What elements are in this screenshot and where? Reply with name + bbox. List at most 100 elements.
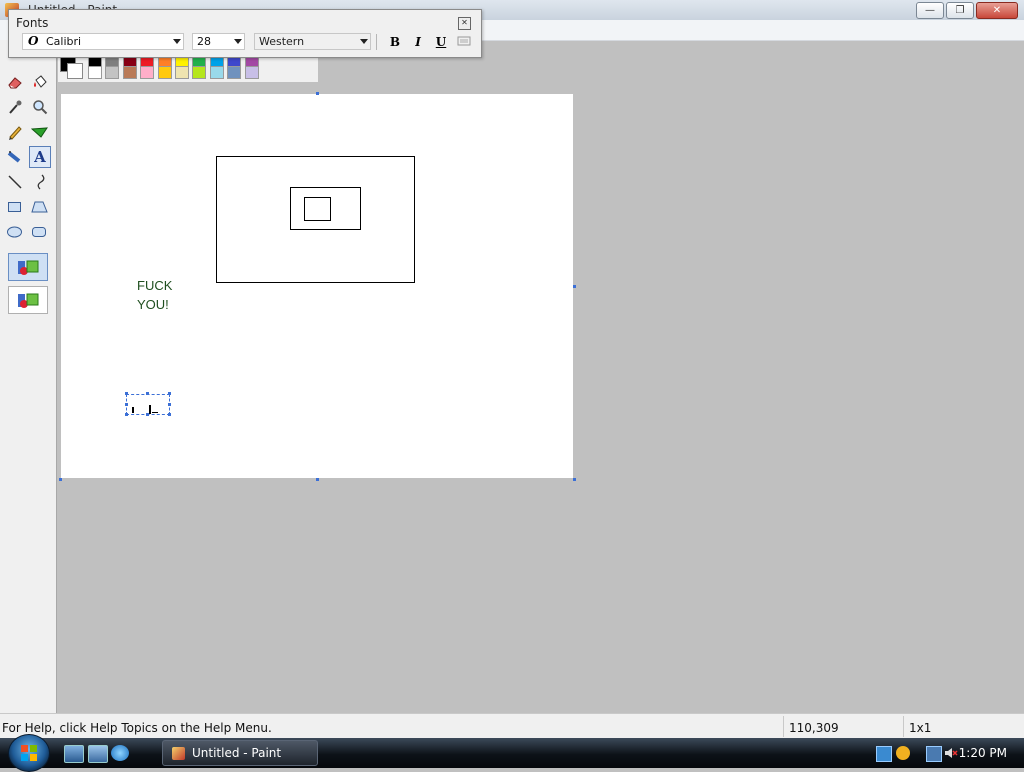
pencil-tool[interactable] <box>5 122 25 142</box>
line-tool[interactable] <box>5 172 25 192</box>
color-swatch[interactable] <box>105 66 120 79</box>
magnifier-icon <box>33 100 48 115</box>
text-box-handle[interactable] <box>125 413 128 416</box>
magnifier-tool[interactable] <box>30 97 50 117</box>
opaque-background-option[interactable] <box>8 253 48 281</box>
inner-rectangle-shape <box>304 197 331 221</box>
fonts-toolbar-close-button[interactable]: ✕ <box>458 17 471 30</box>
script-value: Western <box>259 35 305 48</box>
internet-explorer-icon[interactable] <box>111 745 129 761</box>
color-swatch[interactable] <box>192 66 207 79</box>
restore-icon: ❐ <box>955 5 965 16</box>
status-separator <box>783 716 784 737</box>
fonts-toolbar[interactable]: Fonts ✕ O Calibri 28 Western B I U <box>8 9 482 58</box>
eyedropper-icon <box>9 100 22 114</box>
font-name-value: Calibri <box>46 35 82 48</box>
bold-button[interactable]: B <box>387 35 403 50</box>
restore-button[interactable]: ❐ <box>946 2 974 19</box>
canvas-resize-handle-corner[interactable] <box>573 478 576 481</box>
volume-muted-icon[interactable] <box>944 746 958 760</box>
text-box-handle[interactable] <box>168 413 171 416</box>
color-swatch[interactable] <box>209 66 224 79</box>
italic-button[interactable]: I <box>410 35 426 50</box>
rounded-rectangle-tool[interactable] <box>30 222 50 242</box>
system-tray: 1:20 PM <box>864 738 1024 768</box>
script-dropdown[interactable]: Western <box>254 33 371 50</box>
network-status-icon[interactable] <box>876 746 892 762</box>
taskbar: Untitled - Paint 1:20 PM <box>0 734 1024 772</box>
close-icon: ✕ <box>992 5 1002 16</box>
color-swatch[interactable] <box>227 66 242 79</box>
show-desktop-icon[interactable] <box>64 745 84 763</box>
status-help-text: For Help, click Help Topics on the Help … <box>2 721 272 735</box>
chevron-down-icon <box>234 39 242 44</box>
window-controls: — ❐ ✕ <box>916 2 1018 19</box>
toolbar-separator <box>376 34 377 50</box>
minimize-button[interactable]: — <box>916 2 944 19</box>
rounded-rectangle-icon <box>32 227 46 237</box>
text-tool[interactable]: A <box>29 146 51 168</box>
airbrush-icon <box>7 151 21 163</box>
color-swatch[interactable] <box>88 66 102 79</box>
underline-button[interactable]: U <box>433 35 449 50</box>
pencil-icon <box>9 126 22 140</box>
background-color <box>67 63 83 79</box>
paint-app-icon <box>172 747 185 760</box>
minimize-icon: — <box>925 5 935 16</box>
canvas-resize-handle-bottom[interactable] <box>316 478 319 481</box>
text-box-handle[interactable] <box>168 392 171 395</box>
canvas-resize-handle-right[interactable] <box>573 285 576 288</box>
font-name-dropdown[interactable]: O Calibri <box>22 33 184 50</box>
close-icon: ✕ <box>461 18 468 27</box>
polygon-icon <box>31 201 48 213</box>
color-swatch[interactable] <box>157 66 172 79</box>
taskbar-button-label: Untitled - Paint <box>192 746 282 760</box>
canvas-text: FUCK YOU! <box>137 276 172 314</box>
text-box-handle[interactable] <box>146 413 149 416</box>
toolbox: A <box>0 40 57 713</box>
text-box-handle[interactable] <box>125 403 128 406</box>
text-entry-box[interactable] <box>126 394 170 415</box>
transparent-background-icon <box>18 293 39 308</box>
taskbar-button-paint[interactable]: Untitled - Paint <box>162 740 318 766</box>
text-box-handle[interactable] <box>125 392 128 395</box>
network-connection-icon[interactable] <box>926 746 942 762</box>
fill-with-color-tool[interactable] <box>30 72 50 92</box>
chevron-down-icon <box>360 39 368 44</box>
clock[interactable]: 1:20 PM <box>959 746 1007 760</box>
curve-icon <box>37 174 45 190</box>
curve-tool[interactable] <box>30 172 50 192</box>
canvas-text-line-1: FUCK <box>137 278 173 293</box>
ellipse-icon <box>7 226 22 238</box>
color-swatch[interactable] <box>244 66 259 79</box>
ellipse-tool[interactable] <box>5 222 25 242</box>
eraser-icon <box>8 77 22 89</box>
canvas-resize-handle-bottom-left <box>59 478 62 481</box>
rectangle-tool[interactable] <box>5 197 25 217</box>
brush-icon <box>31 127 48 138</box>
eraser-tool[interactable] <box>5 72 25 92</box>
text-box-handle[interactable] <box>146 392 149 395</box>
color-swatch[interactable] <box>140 66 155 79</box>
security-alert-icon[interactable] <box>896 746 910 760</box>
polygon-tool[interactable] <box>30 197 50 217</box>
start-button[interactable] <box>8 734 50 772</box>
text-glyph-mark <box>132 407 134 413</box>
chevron-down-icon <box>173 39 181 44</box>
text-box-handle[interactable] <box>168 403 171 406</box>
airbrush-tool[interactable] <box>5 147 25 167</box>
pick-color-tool[interactable] <box>5 97 25 117</box>
transparent-background-option[interactable] <box>8 286 48 314</box>
vertical-text-button[interactable] <box>456 35 472 50</box>
color-swatch[interactable] <box>175 66 189 79</box>
close-button[interactable]: ✕ <box>976 2 1018 19</box>
color-swatch[interactable] <box>122 66 137 79</box>
canvas-text-line-2: YOU! <box>137 297 169 312</box>
switch-windows-icon[interactable] <box>88 745 108 763</box>
text-glyph-underscore <box>152 412 158 413</box>
brush-tool[interactable] <box>30 122 50 142</box>
canvas-resize-handle-top <box>316 92 319 95</box>
windows-logo-icon <box>21 745 37 761</box>
current-colors[interactable] <box>60 56 83 79</box>
font-size-dropdown[interactable]: 28 <box>192 33 245 50</box>
